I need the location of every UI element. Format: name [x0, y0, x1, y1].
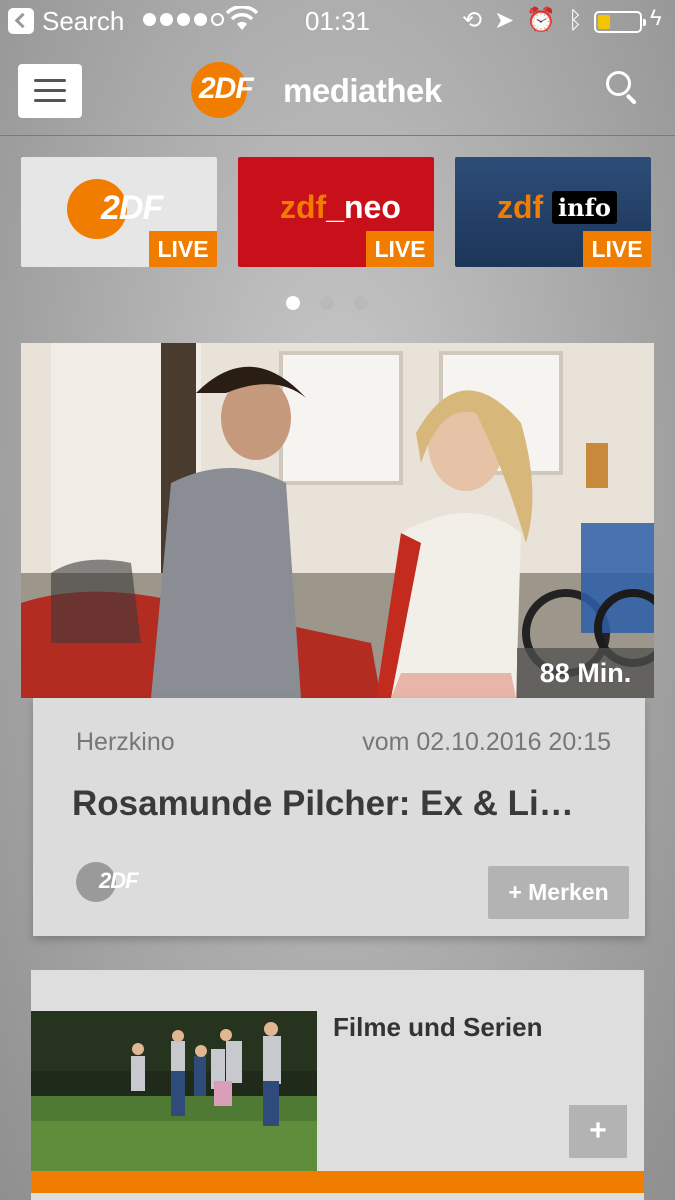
duration-badge: 88 Min. — [517, 648, 654, 698]
category-title[interactable]: Filme und Serien — [333, 1012, 543, 1043]
forest-scene-image — [31, 1011, 317, 1171]
menu-button[interactable] — [18, 64, 82, 118]
zdf-channel-logo-icon: 2DF — [76, 862, 156, 902]
channel-name: 2DF — [101, 189, 163, 227]
add-category-button[interactable]: + — [569, 1105, 627, 1158]
channel-name: zdf_neo — [280, 189, 401, 225]
live-badge: LIVE — [583, 231, 651, 267]
category-card[interactable]: Filme und Serien + — [31, 970, 644, 1200]
air-date: vom 02.10.2016 20:15 — [362, 728, 611, 756]
status-icons: ⟲➤⏰ᛒ — [462, 6, 595, 35]
nav-bar: 2DF mediathek — [0, 44, 675, 136]
genre-label: Herzkino — [76, 728, 175, 756]
bluetooth-icon: ᛒ — [568, 7, 595, 34]
pager-dot[interactable] — [320, 296, 334, 310]
channel-pager[interactable] — [286, 296, 368, 310]
channel-name-suffix: info — [552, 191, 617, 224]
live-badge: LIVE — [366, 231, 434, 267]
garage-scene-image — [21, 343, 654, 698]
location-icon: ➤ — [494, 7, 527, 34]
channel-tile-zdfinfo[interactable]: zdf info LIVE — [455, 157, 651, 267]
feature-info-card[interactable]: Herzkino vom 02.10.2016 20:15 Rosamunde … — [33, 698, 645, 936]
category-accent-bar — [31, 1171, 644, 1193]
orientation-lock-icon: ⟲ — [462, 7, 495, 34]
channel-name-prefix: zdf — [497, 189, 544, 225]
channel-tile-zdfneo[interactable]: zdf_neo LIVE — [238, 157, 434, 267]
merken-button[interactable]: + Merken — [488, 866, 629, 919]
live-badge: LIVE — [149, 231, 217, 267]
charging-icon: ϟ — [650, 5, 662, 30]
pager-dot[interactable] — [354, 296, 368, 310]
pager-dot-active[interactable] — [286, 296, 300, 310]
feature-title[interactable]: Rosamunde Pilcher: Ex & Li… — [72, 784, 574, 824]
category-thumbnail[interactable] — [31, 1011, 317, 1171]
status-bar: Search 01:31 ⟲➤⏰ᛒ ϟ — [0, 0, 675, 44]
search-icon[interactable] — [606, 71, 640, 109]
zdf-mediathek-logo[interactable]: 2DF mediathek — [191, 62, 491, 118]
channel-tile-zdf[interactable]: 2DF LIVE — [21, 157, 217, 267]
alarm-icon: ⏰ — [526, 7, 569, 34]
feature-thumbnail[interactable]: 88 Min. — [21, 343, 654, 698]
battery-icon — [594, 11, 646, 33]
